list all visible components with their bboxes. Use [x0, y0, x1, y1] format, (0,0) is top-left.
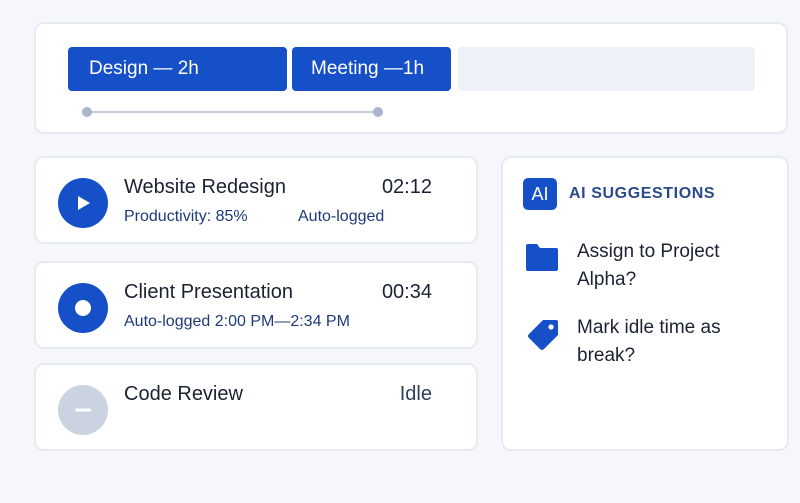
ai-badge-icon: AI [523, 178, 557, 210]
suggestions-title: AI SUGGESTIONS [569, 185, 716, 202]
suggestion-assign-project[interactable]: Assign to Project Alpha? [577, 238, 777, 294]
record-icon[interactable] [58, 283, 108, 333]
timeline-card: Design — 2h Meeting —1h [34, 22, 788, 134]
timeline-scrubber-start-handle[interactable] [82, 107, 92, 117]
timeline-block-meeting[interactable]: Meeting —1h [292, 47, 451, 91]
timeline-scrubber-end-handle[interactable] [373, 107, 383, 117]
entry-title: Code Review [124, 383, 243, 405]
suggestion-mark-idle-break[interactable]: Mark idle time as break? [577, 314, 777, 370]
entry-status-idle: Idle [399, 383, 432, 405]
time-entry-client-presentation[interactable]: Client Presentation 00:34 Auto-logged 2:… [34, 261, 478, 349]
entry-duration: 00:34 [381, 281, 432, 303]
ai-suggestions-panel: AI AI SUGGESTIONS Assign to Project Alph… [501, 156, 789, 451]
entry-title: Website Redesign [124, 176, 286, 198]
time-entry-website-redesign[interactable]: Website Redesign 02:12 Productivity: 85%… [34, 156, 478, 244]
entry-auto-logged-label: Auto-logged [298, 208, 385, 225]
minus-icon[interactable] [58, 385, 108, 435]
folder-icon [525, 242, 559, 277]
play-icon[interactable] [58, 178, 108, 228]
entry-duration: 02:12 [381, 176, 432, 198]
timeline-scrubber-track[interactable] [86, 111, 378, 113]
timeline-empty-slot[interactable] [458, 47, 755, 91]
entry-title: Client Presentation [124, 281, 293, 303]
timeline-block-design[interactable]: Design — 2h [68, 47, 287, 91]
tag-icon [525, 316, 561, 357]
entry-auto-logged-range: Auto-logged 2:00 PM—2:34 PM [124, 313, 350, 330]
time-entry-code-review[interactable]: Code Review Idle [34, 363, 478, 451]
entry-productivity: Productivity: 85% [124, 208, 248, 225]
